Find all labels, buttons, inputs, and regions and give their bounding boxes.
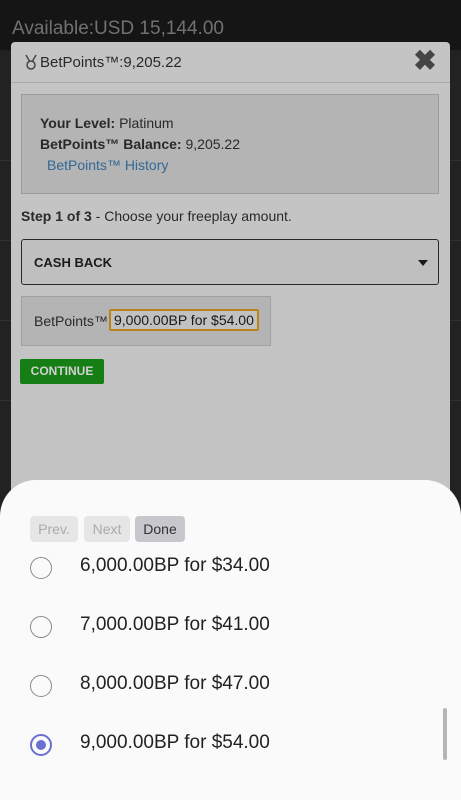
- done-button[interactable]: Done: [135, 516, 185, 542]
- radio-button[interactable]: [30, 675, 52, 697]
- radio-button[interactable]: [30, 557, 52, 579]
- radio-button[interactable]: [30, 616, 52, 638]
- radio-button-selected[interactable]: [30, 734, 52, 756]
- next-button[interactable]: Next: [84, 516, 130, 542]
- scrollbar[interactable]: [443, 708, 447, 760]
- picker-option-label: 9,000.00BP for $54.00: [80, 732, 270, 753]
- picker-option[interactable]: 9,000.00BP for $54.00: [30, 726, 430, 766]
- picker-option[interactable]: 8,000.00BP for $47.00: [30, 667, 430, 707]
- picker-option[interactable]: 6,000.00BP for $34.00: [30, 549, 430, 579]
- prev-button[interactable]: Prev.: [30, 516, 78, 542]
- picker-option-label: 7,000.00BP for $41.00: [80, 614, 270, 635]
- picker-option-label: 6,000.00BP for $34.00: [80, 555, 270, 576]
- picker-option[interactable]: 7,000.00BP for $41.00: [30, 608, 430, 648]
- picker-option-label: 8,000.00BP for $47.00: [80, 673, 270, 694]
- option-picker-sheet: Prev. Next Done 6,000.00BP for $34.00 7,…: [0, 480, 461, 800]
